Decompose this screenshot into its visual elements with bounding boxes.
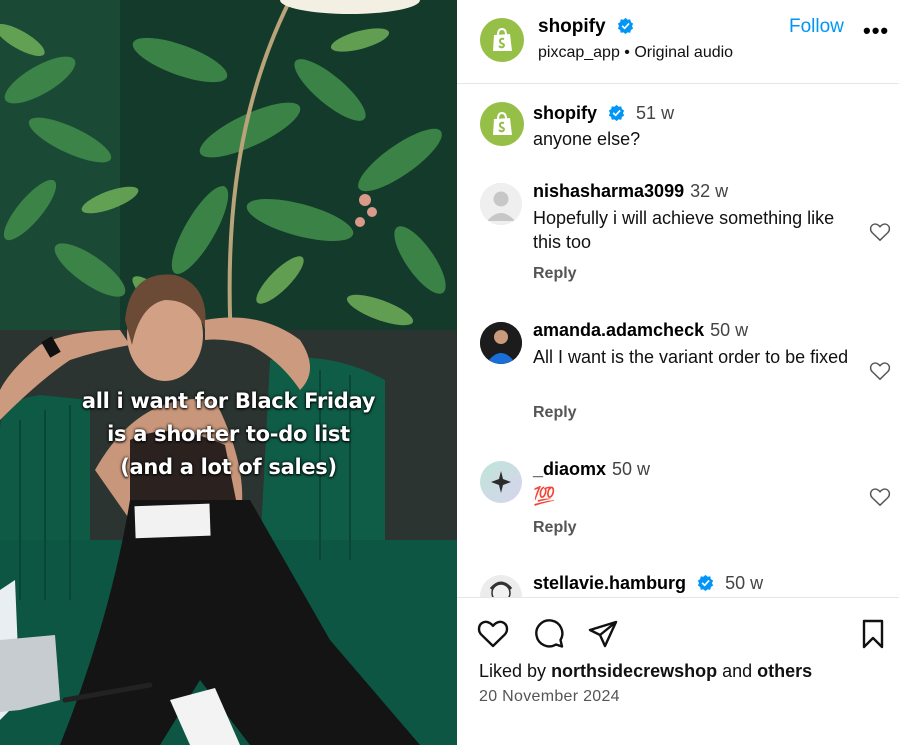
reel-caption-overlay: all i want for Black Friday is a shorter…: [0, 385, 457, 484]
default-avatar-icon: [480, 183, 522, 225]
heart-icon[interactable]: [477, 618, 509, 650]
comment-author[interactable]: _diaomx 50 w: [533, 459, 650, 480]
heart-icon[interactable]: [869, 487, 891, 507]
user-avatar-image: [480, 461, 522, 503]
comment-time[interactable]: 51 w: [636, 103, 674, 123]
caption-line: is a shorter to-do list: [107, 422, 350, 446]
shopify-bag-icon: [493, 112, 512, 135]
comments-list[interactable]: shopify 51 w anyone else? nishasharma309…: [457, 85, 899, 597]
user-avatar[interactable]: [480, 575, 522, 597]
comment-author-name[interactable]: shopify: [533, 103, 597, 123]
post-header: shopify pixcap_app • Original audio Foll…: [457, 0, 899, 84]
comment-text: Hopefully i will achieve something like …: [533, 208, 835, 252]
post-audio-info[interactable]: pixcap_app • Original audio: [538, 44, 733, 62]
share-icon[interactable]: [587, 618, 619, 650]
post-date[interactable]: 20 November 2024: [479, 688, 620, 706]
comment-author-name[interactable]: stellavie.hamburg: [533, 573, 686, 593]
post-author-name[interactable]: shopify: [538, 16, 606, 37]
more-options-icon[interactable]: •••: [863, 20, 889, 42]
caption-line: all i want for Black Friday: [81, 389, 376, 413]
user-avatar[interactable]: [480, 461, 522, 503]
verified-icon: [617, 17, 633, 34]
follow-button[interactable]: Follow: [789, 16, 844, 38]
comment-author[interactable]: shopify 51 w: [533, 103, 674, 124]
comment-author-name[interactable]: amanda.adamcheck: [533, 320, 704, 340]
shopify-avatar[interactable]: [480, 18, 524, 62]
comment-time[interactable]: 50 w: [710, 320, 748, 340]
reel-video-frame: [0, 0, 457, 745]
post-author[interactable]: shopify: [538, 16, 634, 38]
liked-and-label: and: [722, 661, 753, 681]
reel-video[interactable]: all i want for Black Friday is a shorter…: [0, 0, 457, 745]
heart-icon[interactable]: [869, 361, 891, 381]
reply-button[interactable]: Reply: [533, 404, 577, 422]
comment-text: 💯: [533, 486, 556, 506]
comment-text: anyone else?: [533, 129, 641, 149]
likes-summary: Liked by northsidecrewshop and others: [479, 661, 812, 682]
post-details-panel: shopify pixcap_app • Original audio Foll…: [457, 0, 899, 745]
liked-by-label: Liked by: [479, 661, 547, 681]
shopify-avatar[interactable]: [480, 102, 524, 146]
comment-time[interactable]: 50 w: [725, 573, 763, 593]
reply-button[interactable]: Reply: [533, 519, 577, 537]
comment-author[interactable]: nishasharma3099 32 w: [533, 181, 728, 202]
default-avatar[interactable]: [480, 183, 522, 225]
comment-text: All I want is the variant order to be fi…: [533, 347, 849, 367]
verified-icon: [697, 574, 714, 591]
liked-by-user[interactable]: northsidecrewshop: [551, 661, 717, 681]
comment-time[interactable]: 32 w: [690, 181, 728, 201]
comment-icon[interactable]: [533, 618, 565, 650]
reply-button[interactable]: Reply: [533, 265, 577, 283]
verified-icon: [608, 104, 625, 121]
user-avatar[interactable]: [480, 322, 522, 364]
user-avatar-image: [480, 322, 522, 364]
shopify-bag-icon: [493, 28, 512, 51]
bookmark-icon[interactable]: [857, 618, 889, 650]
comment-time[interactable]: 50 w: [612, 459, 650, 479]
comment-author-name[interactable]: _diaomx: [533, 459, 606, 479]
comment-author[interactable]: stellavie.hamburg 50 w: [533, 573, 763, 594]
liked-others-link[interactable]: others: [757, 661, 812, 681]
comment-author[interactable]: amanda.adamcheck 50 w: [533, 320, 748, 341]
user-avatar-image: [480, 575, 522, 597]
caption-line: (and a lot of sales): [120, 455, 337, 479]
post-actions: Liked by northsidecrewshop and others 20…: [457, 597, 899, 745]
comment-author-name[interactable]: nishasharma3099: [533, 181, 684, 201]
heart-icon[interactable]: [869, 222, 891, 242]
